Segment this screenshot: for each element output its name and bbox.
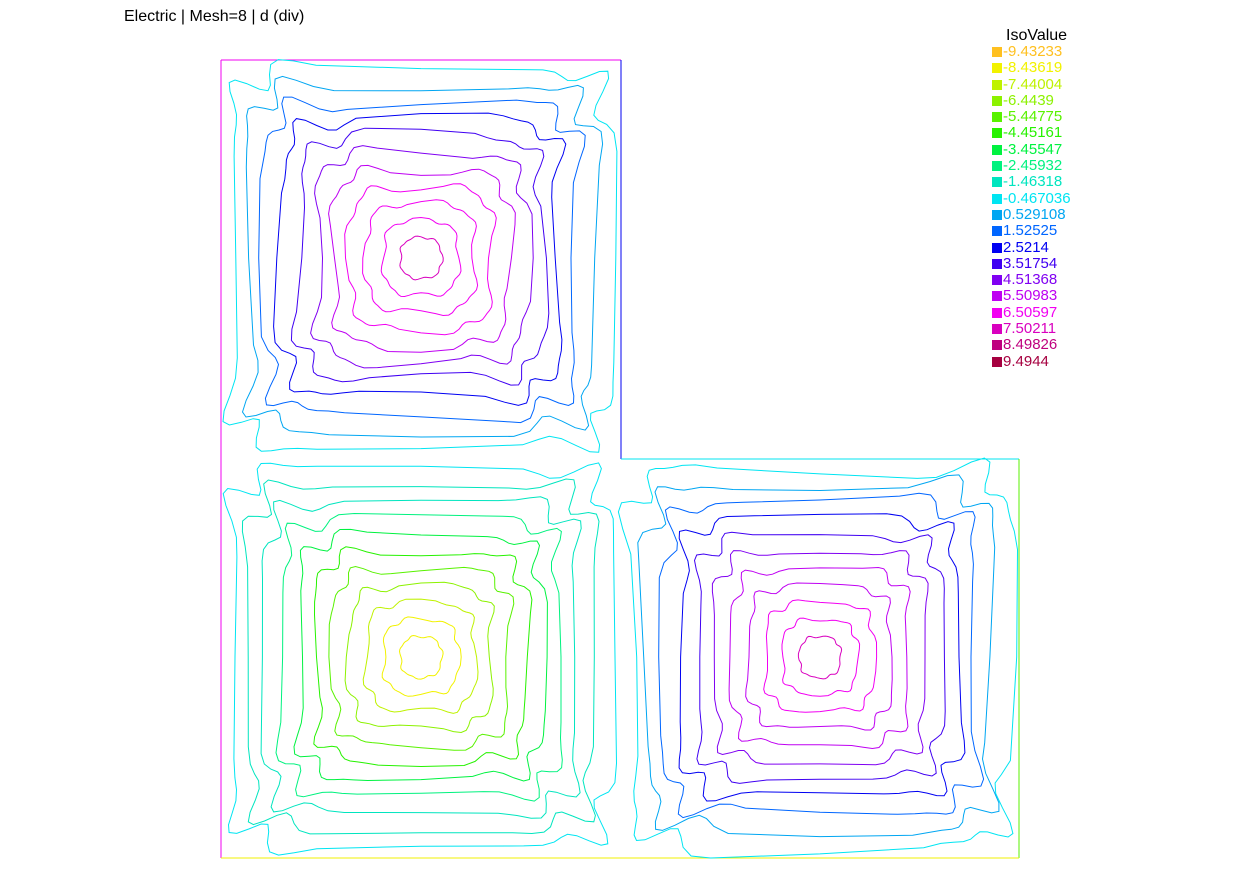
isoline-bottom-right: [728, 566, 911, 750]
legend-label: -3.45547: [1003, 140, 1063, 158]
legend-label: -1.46318: [1003, 173, 1063, 191]
legend-label: 5.50983: [1003, 287, 1058, 305]
legend-label: -6.4439: [1003, 91, 1054, 109]
legend-label: 8.49826: [1003, 336, 1058, 354]
legend-swatch: [992, 47, 1002, 57]
isoline-top-left: [222, 59, 618, 453]
legend-swatch: [992, 226, 1002, 237]
isoline-bottom-left: [328, 565, 515, 751]
legend-label: 1.52525: [1003, 222, 1058, 240]
isoline-bottom-right: [617, 457, 1019, 859]
isoline-bottom-left: [293, 528, 548, 782]
legend-swatch: [992, 258, 1002, 269]
legend-label: 7.50211: [1003, 320, 1057, 338]
legend-label: 9.4944: [1003, 352, 1049, 370]
legend-label: 0.529108: [1003, 205, 1066, 223]
isoline-bottom-right: [763, 599, 878, 713]
isoline-bottom-right: [658, 492, 985, 819]
isoline-bottom-left: [241, 478, 600, 835]
legend-swatch: [992, 242, 1002, 253]
domain-boundary: [220, 59, 1020, 859]
isoline-bottom-left: [260, 496, 582, 819]
legend-label: -8.43619: [1003, 59, 1063, 77]
isoline-top-left: [273, 112, 567, 406]
legend-label: 6.50597: [1003, 303, 1058, 321]
legend-swatch: [992, 177, 1002, 188]
legend-label: -4.45161: [1003, 124, 1063, 142]
legend-swatch: [992, 63, 1002, 74]
legend-swatch: [992, 291, 1002, 302]
isoline-top-left: [380, 216, 462, 298]
legend-swatch: [992, 193, 1002, 204]
isoline-bottom-left: [398, 634, 444, 680]
isoline-bottom-right: [781, 617, 861, 697]
legend-label: 3.51754: [1003, 254, 1058, 272]
isoline-bottom-right: [711, 550, 929, 766]
legend-swatch: [992, 307, 1002, 318]
legend-label: -9.43233: [1003, 43, 1063, 60]
isoline-top-left: [328, 164, 516, 353]
isoline-top-left: [344, 183, 497, 336]
legend-label: 4.51368: [1003, 271, 1058, 289]
isoline-top-left: [290, 127, 550, 386]
isoline-top-left: [241, 75, 604, 438]
isoline-bottom-right: [678, 513, 966, 802]
isoline-top-left: [399, 235, 444, 281]
legend-swatch: [992, 112, 1002, 123]
legend-swatch: [992, 324, 1002, 335]
legend-swatch: [992, 209, 1002, 220]
legend-swatch: [992, 144, 1002, 155]
legend-swatch: [992, 356, 1002, 367]
legend-label: -7.44004: [1003, 75, 1063, 93]
isoline-bottom-left: [381, 616, 462, 697]
legend-swatch: [992, 79, 1002, 90]
legend-label: -5.44775: [1003, 108, 1063, 126]
isoline-bottom-right: [797, 635, 843, 680]
legend-swatch: [992, 340, 1002, 351]
legend-swatch: [992, 161, 1002, 172]
legend-label: 2.5214: [1003, 238, 1049, 256]
legend-swatch: [992, 95, 1002, 106]
legend-swatch: [992, 275, 1002, 286]
legend-label: -0.467036: [1003, 189, 1071, 207]
legend-swatch: [992, 128, 1002, 139]
legend-label: -2.45932: [1003, 157, 1063, 175]
